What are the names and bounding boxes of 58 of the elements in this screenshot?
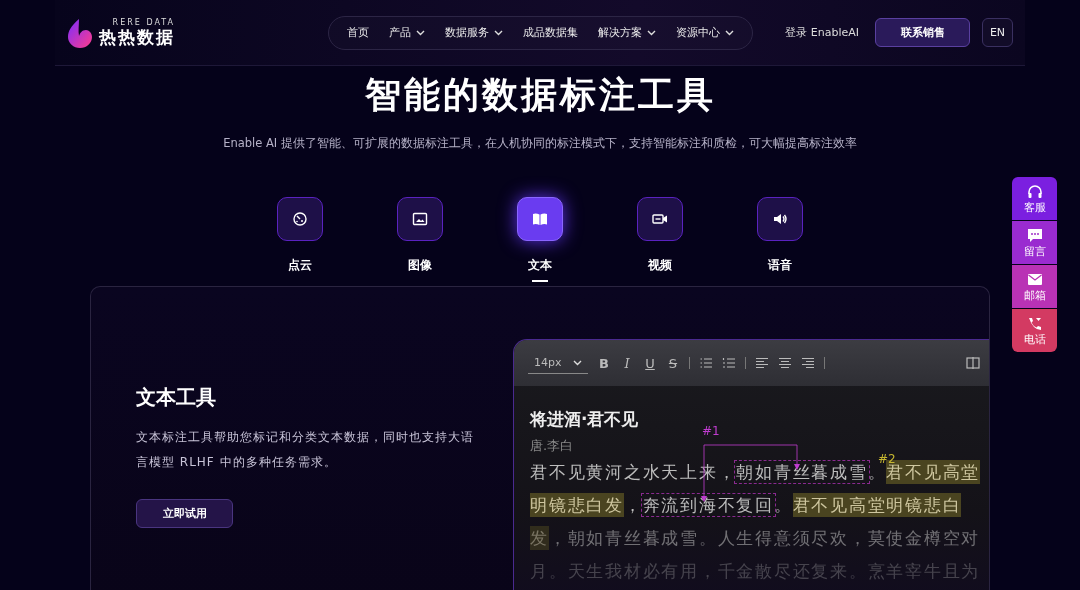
chat-bubble-icon bbox=[1026, 228, 1043, 243]
phone-icon bbox=[1026, 316, 1043, 331]
login-link[interactable]: 登录 EnableAI bbox=[785, 25, 859, 40]
envelope-icon bbox=[1026, 272, 1043, 287]
poem-text: ，朝如青丝暮成雪。人生得意须尽欢，莫使金樽空对 bbox=[548, 528, 980, 548]
bold-button[interactable]: B bbox=[597, 356, 611, 370]
try-now-button[interactable]: 立即试用 bbox=[136, 499, 233, 528]
bullet-list-icon[interactable] bbox=[699, 356, 713, 370]
chevron-down-icon bbox=[494, 29, 503, 36]
highlighted-text: 明镜悲白发 bbox=[530, 493, 624, 517]
highlighted-text: 发 bbox=[530, 526, 549, 550]
underline-button[interactable]: U bbox=[643, 356, 657, 370]
split-view-icon[interactable] bbox=[966, 356, 980, 370]
flame-logo-icon bbox=[67, 17, 93, 48]
chevron-down-icon bbox=[573, 359, 582, 366]
speaker-icon bbox=[772, 211, 788, 227]
nav-link[interactable]: 数据服务 bbox=[445, 25, 503, 40]
highlighted-text: 君不见高堂明镜悲白 bbox=[792, 493, 962, 517]
italic-button[interactable]: I bbox=[620, 356, 634, 370]
dial-icon bbox=[292, 211, 308, 227]
video-camera-icon bbox=[652, 211, 668, 227]
align-right-icon[interactable] bbox=[801, 356, 815, 370]
align-left-icon[interactable] bbox=[755, 356, 769, 370]
language-button[interactable]: EN bbox=[982, 18, 1013, 47]
image-icon bbox=[412, 211, 428, 227]
align-center-icon[interactable] bbox=[778, 356, 792, 370]
nav-link[interactable]: 产品 bbox=[389, 25, 425, 40]
side-contact-button[interactable]: 客服 bbox=[1012, 177, 1057, 220]
logo-tagline: RERE DATA bbox=[112, 18, 175, 27]
nav-link[interactable]: 首页 bbox=[347, 25, 369, 40]
contact-sales-button[interactable]: 联系销售 bbox=[875, 18, 970, 47]
poem-text: 。 bbox=[867, 462, 887, 482]
nav-link[interactable]: 资源中心 bbox=[676, 25, 734, 40]
chevron-down-icon bbox=[725, 29, 734, 36]
feature-description: 文本标注工具帮助您标记和分类文本数据，同时也支持大语言模型 RLHF 中的多种任务需求。 bbox=[136, 429, 475, 471]
side-contact-button[interactable]: 电话 bbox=[1012, 309, 1057, 352]
chevron-down-icon bbox=[647, 29, 656, 36]
feature-title: 文本工具 bbox=[136, 384, 217, 411]
chevron-down-icon bbox=[416, 29, 425, 36]
poem-text: 。 bbox=[773, 495, 793, 515]
nav-link[interactable]: 成品数据集 bbox=[523, 25, 578, 40]
document-author: 唐.李白 bbox=[530, 437, 575, 455]
document-title: 将进酒·君不见 bbox=[530, 408, 639, 431]
headset-icon bbox=[1026, 184, 1043, 199]
strikethrough-button[interactable]: S bbox=[666, 356, 680, 370]
font-size-dropdown[interactable]: 14px bbox=[528, 352, 588, 374]
numbered-list-icon[interactable] bbox=[722, 356, 736, 370]
poem-text: 君不见黄河之水天上来， bbox=[530, 462, 737, 482]
poem-text: ， bbox=[623, 495, 643, 515]
tagged-text: 奔流到海不复回 bbox=[642, 495, 774, 515]
nav-link[interactable]: 解决方案 bbox=[598, 25, 656, 40]
side-contact-button[interactable]: 邮箱 bbox=[1012, 265, 1057, 308]
hero-subtitle: Enable AI 提供了智能、可扩展的数据标注工具，在人机协同的标注模式下，支持智能标注和质检，可大幅提高标注效率 bbox=[223, 136, 857, 151]
side-contact-button[interactable]: 留言 bbox=[1012, 221, 1057, 264]
hero-title: 智能的数据标注工具 bbox=[364, 73, 716, 117]
book-icon bbox=[532, 211, 548, 227]
annotation-label: #1 bbox=[702, 424, 720, 438]
logo-name: 热热数据 bbox=[99, 27, 175, 47]
